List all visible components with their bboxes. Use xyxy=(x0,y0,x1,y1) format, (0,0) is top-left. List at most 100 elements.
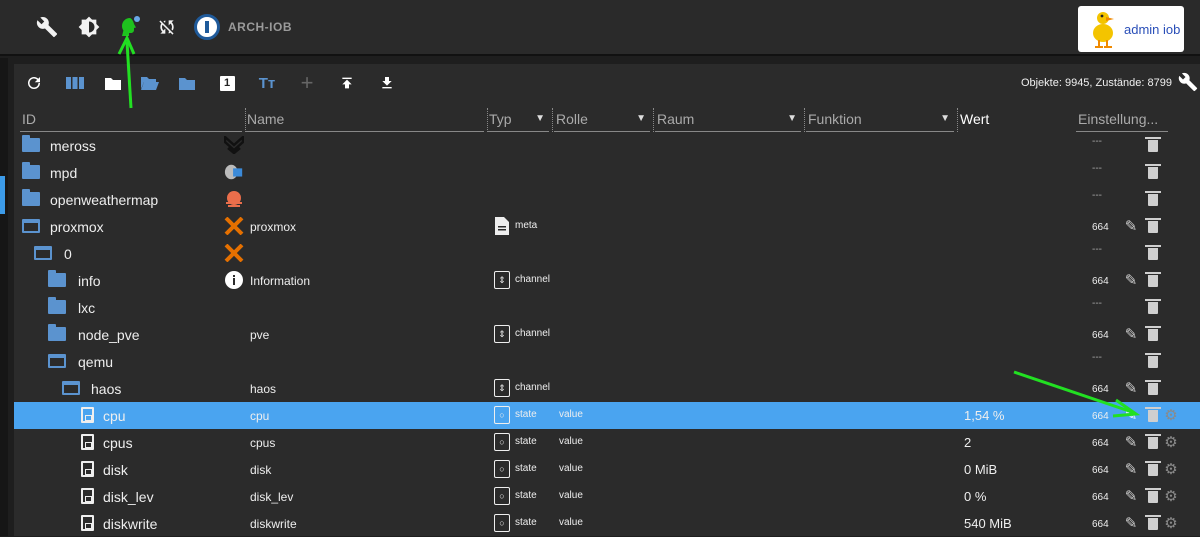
folder-closed-icon[interactable] xyxy=(22,135,40,152)
raum-dropdown-icon[interactable]: ▼ xyxy=(787,110,797,128)
table-row[interactable]: proxmox proxmox meta 664 ✎ xyxy=(14,213,1200,240)
edit-icon[interactable]: ✎ xyxy=(1122,271,1140,289)
acl-value: --- xyxy=(1092,244,1102,255)
columns-icon[interactable] xyxy=(64,73,86,93)
table-row[interactable]: 0 --- xyxy=(14,240,1200,267)
object-id: mpd xyxy=(50,165,78,181)
object-value[interactable]: 540 MiB xyxy=(964,516,1012,531)
edit-icon[interactable]: ✎ xyxy=(1122,433,1140,451)
acl-value: 664 xyxy=(1092,438,1109,449)
gear-icon[interactable]: ⚙ xyxy=(1162,487,1180,505)
folder-closed-icon[interactable] xyxy=(22,189,40,206)
refresh-icon[interactable] xyxy=(23,73,45,93)
object-value[interactable]: 2 xyxy=(964,435,971,450)
gear-icon[interactable]: ⚙ xyxy=(1162,514,1180,532)
user-badge[interactable]: admin iob xyxy=(1078,6,1184,52)
gear-icon[interactable]: ⚙ xyxy=(1162,406,1180,424)
table-row[interactable]: mpd --- xyxy=(14,159,1200,186)
state-file-icon xyxy=(81,461,94,477)
add-icon[interactable]: + xyxy=(296,70,318,95)
object-value[interactable]: 1,54 % xyxy=(964,408,1004,423)
object-value[interactable]: 0 % xyxy=(964,489,986,504)
column-header-funktion[interactable]: Funktion ▼ xyxy=(806,108,958,132)
state-icon: ○ xyxy=(494,460,510,478)
table-row[interactable]: openweathermap --- xyxy=(14,186,1200,213)
folder-closed-icon[interactable] xyxy=(48,297,66,314)
folder-open-icon[interactable] xyxy=(22,219,40,233)
brightness-icon[interactable] xyxy=(76,14,102,40)
trash-icon[interactable] xyxy=(1145,218,1161,233)
trash-icon[interactable] xyxy=(1145,164,1161,179)
download-icon[interactable] xyxy=(376,73,398,93)
trash-icon[interactable] xyxy=(1145,137,1161,152)
object-type: channel xyxy=(515,382,551,393)
gear-icon[interactable]: ⚙ xyxy=(1162,433,1180,451)
folder-closed-icon[interactable] xyxy=(48,270,66,287)
object-role: value xyxy=(559,517,583,528)
folder-closed-icon[interactable] xyxy=(48,324,66,341)
folder-open-icon[interactable] xyxy=(139,73,161,93)
trash-icon[interactable] xyxy=(1145,515,1161,530)
edit-icon[interactable]: ✎ xyxy=(1122,514,1140,532)
column-header-id[interactable]: ID xyxy=(20,108,246,132)
column-header-einstellung[interactable]: Einstellung... xyxy=(1076,110,1168,132)
edit-icon[interactable]: ✎ xyxy=(1122,379,1140,397)
trash-icon[interactable] xyxy=(1145,461,1161,476)
acl-value: --- xyxy=(1092,136,1102,147)
text-format-icon[interactable]: Tт xyxy=(256,73,278,93)
trash-icon[interactable] xyxy=(1145,407,1161,422)
rolle-dropdown-icon[interactable]: ▼ xyxy=(636,110,646,128)
expert-mode-icon[interactable] xyxy=(116,14,142,40)
edit-icon[interactable]: ✎ xyxy=(1122,217,1140,235)
settings-wrench-icon[interactable] xyxy=(1178,72,1198,97)
column-raum-label: Raum xyxy=(657,111,695,127)
typ-dropdown-icon[interactable]: ▼ xyxy=(535,110,545,128)
edit-icon[interactable]: ✎ xyxy=(1122,460,1140,478)
object-value[interactable]: 0 MiB xyxy=(964,462,997,477)
table-row[interactable]: disk_lev disk_lev ○ state value 0 % 664 … xyxy=(14,483,1200,510)
column-header-name[interactable]: Name xyxy=(245,108,488,132)
column-header-raum[interactable]: Raum ▼ xyxy=(655,108,805,132)
table-row[interactable]: info Information ⇕ channel 664 ✎ xyxy=(14,267,1200,294)
table-row[interactable]: cpus cpus ○ state value 2 664 ✎ ⚙ xyxy=(14,429,1200,456)
edit-icon[interactable]: ✎ xyxy=(1122,325,1140,343)
sidebar-active-marker xyxy=(0,176,5,214)
folder-open-icon[interactable] xyxy=(48,354,66,368)
sync-icon[interactable] xyxy=(154,14,180,40)
table-row[interactable]: diskwrite diskwrite ○ state value 540 Mi… xyxy=(14,510,1200,537)
column-header-rolle[interactable]: Rolle ▼ xyxy=(554,108,654,132)
object-id: proxmox xyxy=(50,219,104,235)
table-row[interactable]: lxc --- xyxy=(14,294,1200,321)
edit-icon[interactable]: ✎ xyxy=(1122,406,1140,424)
table-row[interactable]: qemu --- xyxy=(14,348,1200,375)
counter-icon[interactable]: 1 xyxy=(216,73,238,93)
trash-icon[interactable] xyxy=(1145,380,1161,395)
trash-icon[interactable] xyxy=(1145,191,1161,206)
trash-icon[interactable] xyxy=(1145,245,1161,260)
table-row-selected[interactable]: cpu cpu ○ state value 1,54 % 664 ✎ ⚙ xyxy=(14,402,1200,429)
folder-closed-icon[interactable] xyxy=(22,162,40,179)
trash-icon[interactable] xyxy=(1145,272,1161,287)
upload-icon[interactable] xyxy=(336,73,358,93)
folder-open-icon[interactable] xyxy=(34,246,52,260)
object-id: openweathermap xyxy=(50,192,159,208)
table-row[interactable]: disk disk ○ state value 0 MiB 664 ✎ ⚙ xyxy=(14,456,1200,483)
folder-open-icon[interactable] xyxy=(62,381,80,395)
table-row[interactable]: node_pve pve ⇕ channel 664 ✎ xyxy=(14,321,1200,348)
trash-icon[interactable] xyxy=(1145,353,1161,368)
trash-icon[interactable] xyxy=(1145,434,1161,449)
trash-icon[interactable] xyxy=(1145,299,1161,314)
folder-blue-icon[interactable] xyxy=(176,73,198,93)
gear-icon[interactable]: ⚙ xyxy=(1162,460,1180,478)
folder-icon[interactable] xyxy=(102,73,124,93)
object-name: disk_lev xyxy=(250,490,294,504)
trash-icon[interactable] xyxy=(1145,326,1161,341)
table-row[interactable]: meross --- xyxy=(14,132,1200,159)
wrench-icon[interactable] xyxy=(34,14,60,40)
user-name: admin iob xyxy=(1124,21,1181,37)
edit-icon[interactable]: ✎ xyxy=(1122,487,1140,505)
table-row[interactable]: haos haos ⇕ channel 664 ✎ xyxy=(14,375,1200,402)
column-header-typ[interactable]: Typ ▼ xyxy=(487,108,553,132)
funktion-dropdown-icon[interactable]: ▼ xyxy=(940,110,950,128)
trash-icon[interactable] xyxy=(1145,488,1161,503)
